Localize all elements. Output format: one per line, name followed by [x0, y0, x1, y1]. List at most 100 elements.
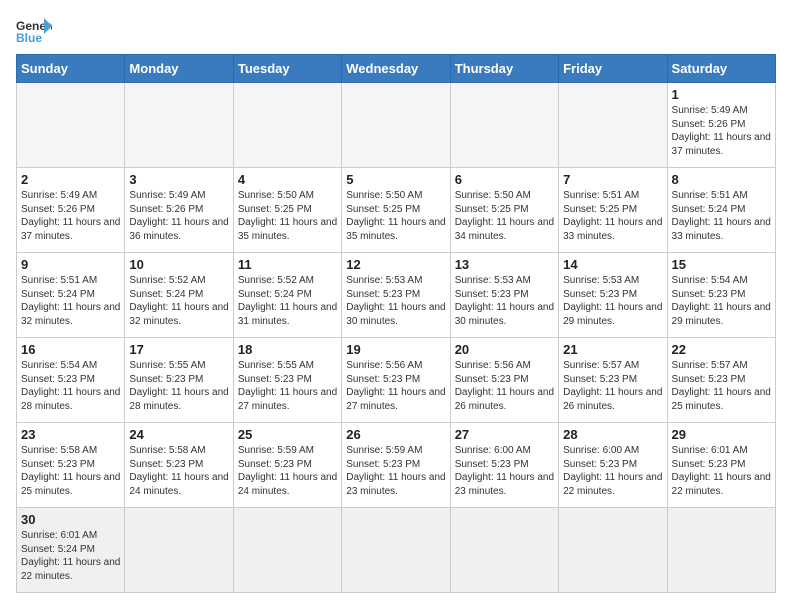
calendar-day-cell: 25 Sunrise: 5:59 AMSunset: 5:23 PMDayligh… [233, 423, 341, 508]
calendar-day-cell [559, 83, 667, 168]
calendar-week-row: 1 Sunrise: 5:49 AMSunset: 5:26 PMDaylight… [17, 83, 776, 168]
day-info: Sunrise: 5:54 AMSunset: 5:23 PMDaylight:… [21, 359, 120, 413]
day-info: Sunrise: 5:50 AMSunset: 5:25 PMDaylight:… [346, 189, 445, 243]
svg-text:Blue: Blue [16, 31, 42, 44]
calendar-day-cell: 12 Sunrise: 5:53 AMSunset: 5:23 PMDayligh… [342, 253, 450, 338]
day-info: Sunrise: 5:59 AMSunset: 5:23 PMDaylight:… [346, 444, 445, 498]
calendar-day-cell: 27 Sunrise: 6:00 AMSunset: 5:23 PMDayligh… [450, 423, 558, 508]
day-number: 8 [672, 172, 771, 187]
day-number: 7 [563, 172, 662, 187]
day-number: 4 [238, 172, 337, 187]
day-number: 28 [563, 427, 662, 442]
day-info: Sunrise: 5:53 AMSunset: 5:23 PMDaylight:… [346, 274, 445, 328]
day-number: 27 [455, 427, 554, 442]
day-info: Sunrise: 5:51 AMSunset: 5:24 PMDaylight:… [672, 189, 771, 243]
calendar-day-cell: 17 Sunrise: 5:55 AMSunset: 5:23 PMDayligh… [125, 338, 233, 423]
calendar-day-cell: 18 Sunrise: 5:55 AMSunset: 5:23 PMDayligh… [233, 338, 341, 423]
calendar-day-cell [342, 83, 450, 168]
day-number: 2 [21, 172, 120, 187]
calendar-day-cell: 19Sunrise: 5:56 AMSunset: 5:23 PMDayligh… [342, 338, 450, 423]
day-info: Sunrise: 5:58 AMSunset: 5:23 PMDaylight:… [129, 444, 228, 498]
calendar-day-cell: 30 Sunrise: 6:01 AMSunset: 5:24 PMDayligh… [17, 508, 125, 593]
calendar-day-cell: 20 Sunrise: 5:56 AMSunset: 5:23 PMDayligh… [450, 338, 558, 423]
day-number: 15 [672, 257, 771, 272]
day-info: Sunrise: 5:57 AMSunset: 5:23 PMDaylight:… [672, 359, 771, 413]
calendar-day-cell: 24 Sunrise: 5:58 AMSunset: 5:23 PMDayligh… [125, 423, 233, 508]
day-number: 25 [238, 427, 337, 442]
day-number: 5 [346, 172, 445, 187]
day-info: Sunrise: 5:56 AMSunset: 5:23 PMDaylight:… [455, 359, 554, 413]
weekday-header-wednesday: Wednesday [342, 55, 450, 83]
calendar-day-cell [125, 83, 233, 168]
logo-icon: General Blue [16, 16, 52, 44]
day-info: Sunrise: 5:50 AMSunset: 5:25 PMDaylight:… [238, 189, 337, 243]
calendar-day-cell: 11 Sunrise: 5:52 AMSunset: 5:24 PMDayligh… [233, 253, 341, 338]
weekday-header-sunday: Sunday [17, 55, 125, 83]
day-info: Sunrise: 6:01 AMSunset: 5:23 PMDaylight:… [672, 444, 771, 498]
day-number: 13 [455, 257, 554, 272]
day-info: Sunrise: 5:55 AMSunset: 5:23 PMDaylight:… [129, 359, 228, 413]
day-number: 21 [563, 342, 662, 357]
day-info: Sunrise: 5:49 AMSunset: 5:26 PMDaylight:… [21, 189, 120, 243]
calendar-day-cell: 4 Sunrise: 5:50 AMSunset: 5:25 PMDaylight… [233, 168, 341, 253]
calendar-day-cell: 15 Sunrise: 5:54 AMSunset: 5:23 PMDayligh… [667, 253, 775, 338]
calendar-day-cell: 10Sunrise: 5:52 AMSunset: 5:24 PMDayligh… [125, 253, 233, 338]
day-number: 23 [21, 427, 120, 442]
day-number: 12 [346, 257, 445, 272]
weekday-header-row: SundayMondayTuesdayWednesdayThursdayFrid… [17, 55, 776, 83]
weekday-header-monday: Monday [125, 55, 233, 83]
day-number: 24 [129, 427, 228, 442]
calendar-table: SundayMondayTuesdayWednesdayThursdayFrid… [16, 54, 776, 593]
calendar-day-cell [667, 508, 775, 593]
day-number: 10 [129, 257, 228, 272]
day-info: Sunrise: 6:01 AMSunset: 5:24 PMDaylight:… [21, 529, 120, 583]
day-number: 11 [238, 257, 337, 272]
calendar-day-cell [342, 508, 450, 593]
calendar-day-cell: 3Sunrise: 5:49 AMSunset: 5:26 PMDaylight… [125, 168, 233, 253]
calendar-day-cell: 16Sunrise: 5:54 AMSunset: 5:23 PMDayligh… [17, 338, 125, 423]
weekday-header-friday: Friday [559, 55, 667, 83]
weekday-header-tuesday: Tuesday [233, 55, 341, 83]
day-info: Sunrise: 5:55 AMSunset: 5:23 PMDaylight:… [238, 359, 337, 413]
day-info: Sunrise: 5:57 AMSunset: 5:23 PMDaylight:… [563, 359, 662, 413]
day-info: Sunrise: 5:52 AMSunset: 5:24 PMDaylight:… [238, 274, 337, 328]
calendar-week-row: 16Sunrise: 5:54 AMSunset: 5:23 PMDayligh… [17, 338, 776, 423]
day-info: Sunrise: 5:49 AMSunset: 5:26 PMDaylight:… [672, 104, 771, 158]
day-number: 20 [455, 342, 554, 357]
calendar-day-cell: 21 Sunrise: 5:57 AMSunset: 5:23 PMDayligh… [559, 338, 667, 423]
calendar-day-cell: 2 Sunrise: 5:49 AMSunset: 5:26 PMDaylight… [17, 168, 125, 253]
day-info: Sunrise: 5:49 AMSunset: 5:26 PMDaylight:… [129, 189, 228, 243]
calendar-day-cell: 9Sunrise: 5:51 AMSunset: 5:24 PMDaylight… [17, 253, 125, 338]
calendar-day-cell: 26 Sunrise: 5:59 AMSunset: 5:23 PMDayligh… [342, 423, 450, 508]
day-info: Sunrise: 5:53 AMSunset: 5:23 PMDaylight:… [455, 274, 554, 328]
calendar-day-cell: 23 Sunrise: 5:58 AMSunset: 5:23 PMDayligh… [17, 423, 125, 508]
day-number: 14 [563, 257, 662, 272]
day-info: Sunrise: 5:54 AMSunset: 5:23 PMDaylight:… [672, 274, 771, 328]
calendar-day-cell [125, 508, 233, 593]
day-number: 26 [346, 427, 445, 442]
day-number: 6 [455, 172, 554, 187]
calendar-day-cell: 6Sunrise: 5:50 AMSunset: 5:25 PMDaylight… [450, 168, 558, 253]
day-number: 18 [238, 342, 337, 357]
day-info: Sunrise: 6:00 AMSunset: 5:23 PMDaylight:… [455, 444, 554, 498]
day-info: Sunrise: 5:51 AMSunset: 5:25 PMDaylight:… [563, 189, 662, 243]
day-number: 17 [129, 342, 228, 357]
calendar-week-row: 30 Sunrise: 6:01 AMSunset: 5:24 PMDayligh… [17, 508, 776, 593]
day-number: 29 [672, 427, 771, 442]
calendar-day-cell [233, 508, 341, 593]
calendar-day-cell [17, 83, 125, 168]
calendar-week-row: 2 Sunrise: 5:49 AMSunset: 5:26 PMDaylight… [17, 168, 776, 253]
calendar-day-cell: 8 Sunrise: 5:51 AMSunset: 5:24 PMDaylight… [667, 168, 775, 253]
day-info: Sunrise: 5:59 AMSunset: 5:23 PMDaylight:… [238, 444, 337, 498]
day-info: Sunrise: 5:58 AMSunset: 5:23 PMDaylight:… [21, 444, 120, 498]
calendar-day-cell: 1 Sunrise: 5:49 AMSunset: 5:26 PMDaylight… [667, 83, 775, 168]
calendar-day-cell: 13 Sunrise: 5:53 AMSunset: 5:23 PMDayligh… [450, 253, 558, 338]
calendar-header: SundayMondayTuesdayWednesdayThursdayFrid… [17, 55, 776, 83]
calendar-week-row: 9Sunrise: 5:51 AMSunset: 5:24 PMDaylight… [17, 253, 776, 338]
day-number: 1 [672, 87, 771, 102]
day-number: 22 [672, 342, 771, 357]
day-number: 30 [21, 512, 120, 527]
calendar-day-cell [450, 83, 558, 168]
weekday-header-thursday: Thursday [450, 55, 558, 83]
day-info: Sunrise: 6:00 AMSunset: 5:23 PMDaylight:… [563, 444, 662, 498]
